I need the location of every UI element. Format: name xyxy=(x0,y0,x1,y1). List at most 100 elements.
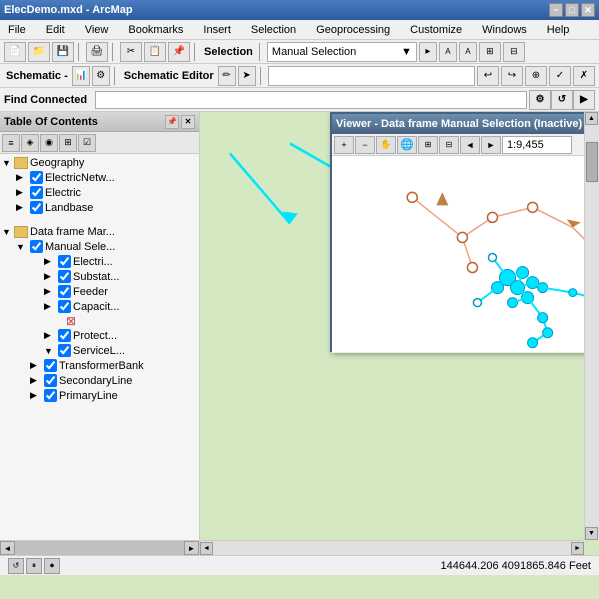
minimize-button[interactable]: − xyxy=(549,3,563,17)
capacit-checkbox[interactable] xyxy=(58,300,71,313)
scroll-right-arrow[interactable]: ► xyxy=(571,542,584,555)
toc-group-btn[interactable]: ⊞ xyxy=(59,134,77,152)
toc-servicel-item[interactable]: ▼ ServiceL... xyxy=(42,343,199,358)
electric-checkbox[interactable] xyxy=(30,186,43,199)
toc-source-btn[interactable]: ◈ xyxy=(21,134,39,152)
viewer-back-btn[interactable]: ◄ xyxy=(460,136,480,154)
protect-checkbox[interactable] xyxy=(58,329,71,342)
progress-restart-btn[interactable]: ↺ xyxy=(8,558,24,574)
menu-insert[interactable]: Insert xyxy=(199,23,235,37)
find-btn3[interactable]: ▶ xyxy=(573,90,595,110)
close-button[interactable]: ✕ xyxy=(581,3,595,17)
toc-pin-button[interactable]: 📌 xyxy=(165,115,179,129)
electri-checkbox[interactable] xyxy=(58,255,71,268)
print-button[interactable]: 🖨 xyxy=(86,42,108,62)
toc-electric-item[interactable]: ▶ Electric xyxy=(14,185,199,200)
ed-btn3[interactable]: ↩ xyxy=(477,66,499,86)
expand-manualsele-icon[interactable]: ▼ xyxy=(16,242,28,252)
expand-electri-icon[interactable]: ▶ xyxy=(44,256,56,267)
toc-scroll-thumb[interactable] xyxy=(15,541,184,555)
save-button[interactable]: 💾 xyxy=(52,42,74,62)
toc-scroll-left-btn[interactable]: ◄ xyxy=(0,541,15,555)
menu-view[interactable]: View xyxy=(81,23,113,37)
viewer-globe-btn[interactable]: 🌐 xyxy=(397,136,417,154)
find-connected-input[interactable] xyxy=(95,91,527,109)
transformerbank-checkbox[interactable] xyxy=(44,359,57,372)
expand-substat-icon[interactable]: ▶ xyxy=(44,271,56,282)
manualsele-checkbox[interactable] xyxy=(30,240,43,253)
toc-secondaryline-item[interactable]: ▶ SecondaryLine xyxy=(28,373,199,388)
viewer-extent-btn[interactable]: ⊞ xyxy=(418,136,438,154)
toc-close-button[interactable]: ✕ xyxy=(181,115,195,129)
ed-btn5[interactable]: ⊕ xyxy=(525,66,547,86)
find-btn2[interactable]: ↺ xyxy=(551,90,573,110)
select-btn3[interactable]: A xyxy=(459,42,477,62)
menu-edit[interactable]: Edit xyxy=(42,23,69,37)
viewer-forward-btn[interactable]: ► xyxy=(481,136,501,154)
progress-record-btn[interactable]: ⏺ xyxy=(44,558,60,574)
expand-capacit-icon[interactable]: ▶ xyxy=(44,301,56,312)
ed-btn1[interactable]: ✏ xyxy=(218,66,236,86)
expand-transformerbank-icon[interactable]: ▶ xyxy=(30,360,42,371)
expand-primaryline-icon[interactable]: ▶ xyxy=(30,390,42,401)
landbase-checkbox[interactable] xyxy=(30,201,43,214)
expand-secondaryline-icon[interactable]: ▶ xyxy=(30,375,42,386)
menu-file[interactable]: File xyxy=(4,23,30,37)
ed-btn6[interactable]: ✓ xyxy=(549,66,571,86)
cut-button[interactable]: ✂ xyxy=(120,42,142,62)
viewer-full-extent-btn[interactable]: ⊟ xyxy=(439,136,459,154)
menu-windows[interactable]: Windows xyxy=(478,23,531,37)
expand-electricnetw-icon[interactable]: ▶ xyxy=(16,172,28,183)
sch-btn2[interactable]: ⚙ xyxy=(92,66,110,86)
expand-servicel-icon[interactable]: ▼ xyxy=(44,346,56,356)
toc-scroll-right-btn[interactable]: ► xyxy=(184,541,199,555)
expand-electric-icon[interactable]: ▶ xyxy=(16,187,28,198)
toc-manualsele-item[interactable]: ▼ Manual Sele... xyxy=(14,239,199,254)
substat-checkbox[interactable] xyxy=(58,270,71,283)
select-btn5[interactable]: ⊟ xyxy=(503,42,525,62)
scroll-down-arrow[interactable]: ▼ xyxy=(585,527,598,540)
open-button[interactable]: 📁 xyxy=(28,42,50,62)
maximize-button[interactable]: □ xyxy=(565,3,579,17)
select-btn2[interactable]: A xyxy=(439,42,457,62)
primaryline-checkbox[interactable] xyxy=(44,389,57,402)
toc-capacit-item[interactable]: ▶ Capacit... xyxy=(42,299,199,314)
scroll-thumb-vertical[interactable] xyxy=(586,142,598,182)
copy-button[interactable]: 📋 xyxy=(144,42,166,62)
new-button[interactable]: 📄 xyxy=(4,42,26,62)
find-btn1[interactable]: ⚙ xyxy=(529,90,551,110)
scroll-left-arrow[interactable]: ◄ xyxy=(200,542,213,555)
menu-bookmarks[interactable]: Bookmarks xyxy=(124,23,187,37)
paste-button[interactable]: 📌 xyxy=(168,42,190,62)
menu-help[interactable]: Help xyxy=(543,23,574,37)
secondaryline-checkbox[interactable] xyxy=(44,374,57,387)
electricnetw-checkbox[interactable] xyxy=(30,171,43,184)
toc-protect-item[interactable]: ▶ Protect... xyxy=(42,328,199,343)
toc-transformerbank-item[interactable]: ▶ TransformerBank xyxy=(28,358,199,373)
scroll-up-arrow[interactable]: ▲ xyxy=(585,112,598,125)
toc-dataframe-item[interactable]: ▼ Data frame Mar... xyxy=(0,225,199,239)
viewer-zoom-out-btn[interactable]: − xyxy=(355,136,375,154)
manual-selection-dropdown[interactable]: Manual Selection ▼ xyxy=(267,42,417,62)
toc-landbase-item[interactable]: ▶ Landbase xyxy=(14,200,199,215)
toc-primaryline-item[interactable]: ▶ PrimaryLine xyxy=(28,388,199,403)
editor-dropdown[interactable] xyxy=(268,66,475,86)
toc-sel-btn[interactable]: ☑ xyxy=(78,134,96,152)
servicel-checkbox[interactable] xyxy=(58,344,71,357)
menu-customize[interactable]: Customize xyxy=(406,23,466,37)
ed-btn4[interactable]: ↪ xyxy=(501,66,523,86)
sch-btn1[interactable]: 📊 xyxy=(72,66,90,86)
menu-selection[interactable]: Selection xyxy=(247,23,300,37)
toc-feeder-item[interactable]: ▶ Feeder xyxy=(42,284,199,299)
ed-btn7[interactable]: ✗ xyxy=(573,66,595,86)
toc-electri-item[interactable]: ▶ Electri... xyxy=(42,254,199,269)
ed-btn2[interactable]: ➤ xyxy=(238,66,256,86)
toc-display-btn[interactable]: ◉ xyxy=(40,134,58,152)
expand-feeder-icon[interactable]: ▶ xyxy=(44,286,56,297)
expand-landbase-icon[interactable]: ▶ xyxy=(16,202,28,213)
toc-geography-item[interactable]: ▼ Geography xyxy=(0,156,199,170)
viewer-pan-btn[interactable]: ✋ xyxy=(376,136,396,154)
toc-electricnetw-item[interactable]: ▶ ElectricNetw... xyxy=(14,170,199,185)
expand-geography-icon[interactable]: ▼ xyxy=(2,158,14,168)
select-btn4[interactable]: ⊞ xyxy=(479,42,501,62)
